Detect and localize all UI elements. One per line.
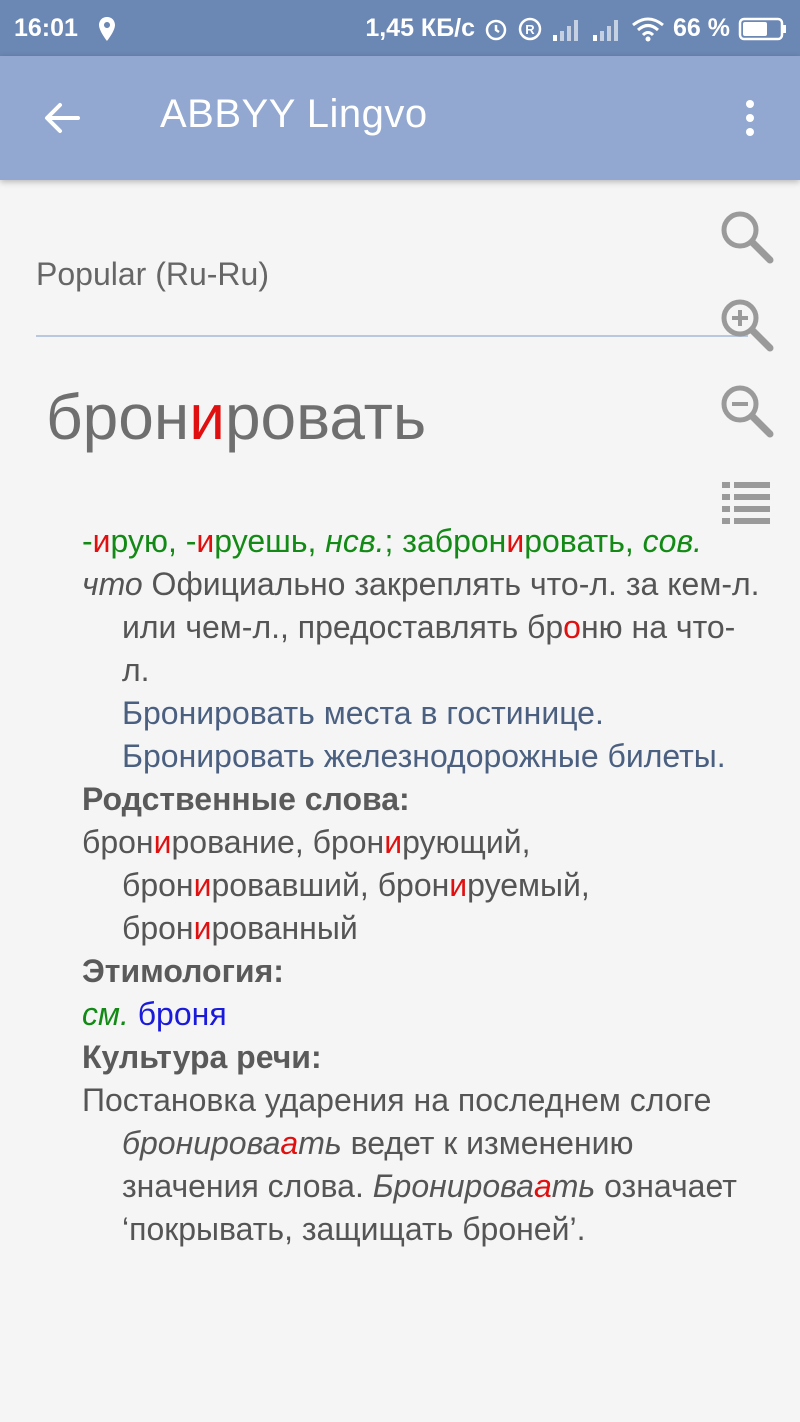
app-bar: ABBYY Lingvo xyxy=(0,56,800,180)
text: - xyxy=(82,523,93,559)
zoom-out-icon[interactable] xyxy=(716,380,776,440)
see-label: см. xyxy=(82,996,129,1032)
stress: и xyxy=(506,523,525,559)
stress: и xyxy=(193,867,212,903)
stress: и xyxy=(193,910,212,946)
etymology-link[interactable]: броня xyxy=(138,996,227,1032)
network-speed: 1,45 КБ/с xyxy=(365,14,476,42)
more-options-icon[interactable] xyxy=(736,94,764,142)
text: рованный xyxy=(211,910,358,946)
stress: о xyxy=(563,609,581,645)
battery-icon xyxy=(738,17,786,40)
definition: что Официально закреплять что-л. за кем-… xyxy=(82,563,762,692)
headword-part: брон xyxy=(46,381,190,453)
back-arrow-icon[interactable] xyxy=(38,94,86,142)
search-icon[interactable] xyxy=(716,206,776,266)
wifi-icon xyxy=(632,17,664,41)
aspect-label: нсв. xyxy=(325,523,385,559)
headword-part: ровать xyxy=(224,381,427,453)
culture-note: Постановка ударения на последнем слоге б… xyxy=(82,1079,762,1251)
related-words: бронирование, бронирующий, бронировавший… xyxy=(82,821,762,950)
search-input[interactable] xyxy=(36,250,736,299)
example: Бронировать железнодорожные билеты. xyxy=(122,738,726,774)
grammar-label: что xyxy=(82,566,143,602)
stress: а xyxy=(533,1168,552,1204)
search-underline xyxy=(36,335,748,337)
word-forms: -ирую, -ируешь, нсв.; забронировать, сов… xyxy=(82,520,762,563)
status-time: 16:01 xyxy=(14,14,78,42)
text: Бронирова xyxy=(372,1168,534,1204)
signal-icon-2 xyxy=(593,19,619,41)
example: Бронировать места в гостинице. xyxy=(122,695,604,731)
headword: бронировать xyxy=(46,380,426,454)
text: ть xyxy=(298,1125,342,1161)
location-pin-icon xyxy=(98,16,115,41)
text: бронирова xyxy=(122,1125,281,1161)
zoom-in-icon[interactable] xyxy=(716,294,776,354)
alarm-icon xyxy=(485,19,507,40)
stressed-word: Бронироваать xyxy=(373,1168,596,1204)
stress: и xyxy=(449,867,468,903)
status-bar: 16:01 1,45 КБ/с R 66 % xyxy=(0,0,800,56)
text: ровавший, брон xyxy=(211,867,450,903)
section-label-related: Родственные слова: xyxy=(82,781,410,817)
stress: и xyxy=(196,523,215,559)
text: брон xyxy=(82,824,154,860)
text: ть xyxy=(551,1168,596,1204)
app-title: ABBYY Lingvo xyxy=(160,92,428,136)
svg-text:R: R xyxy=(525,22,535,37)
stress: а xyxy=(280,1125,299,1161)
text: Постановка ударения на последнем слоге xyxy=(82,1082,712,1118)
etymology: см. броня xyxy=(82,993,762,1036)
stress: и xyxy=(384,824,403,860)
section-label-etymology: Этимология: xyxy=(82,953,284,989)
stress: и xyxy=(153,824,172,860)
search-area xyxy=(36,250,748,299)
stressed-word: бронироваать xyxy=(122,1125,342,1161)
text: ровать, xyxy=(524,523,634,559)
text: ; заброн xyxy=(384,523,507,559)
dictionary-article: -ирую, -ируешь, нсв.; забронировать, сов… xyxy=(82,520,762,1251)
section-label-culture: Культура речи: xyxy=(82,1039,322,1075)
text: руешь, xyxy=(214,523,326,559)
aspect-label: сов. xyxy=(642,523,703,559)
signal-icon-1 xyxy=(553,19,579,41)
text: рую, - xyxy=(110,523,197,559)
roaming-icon: R xyxy=(518,17,542,40)
battery-percent: 66 % xyxy=(673,14,730,42)
text: рование, брон xyxy=(171,824,385,860)
stress: и xyxy=(92,523,111,559)
headword-stress: и xyxy=(189,381,225,453)
